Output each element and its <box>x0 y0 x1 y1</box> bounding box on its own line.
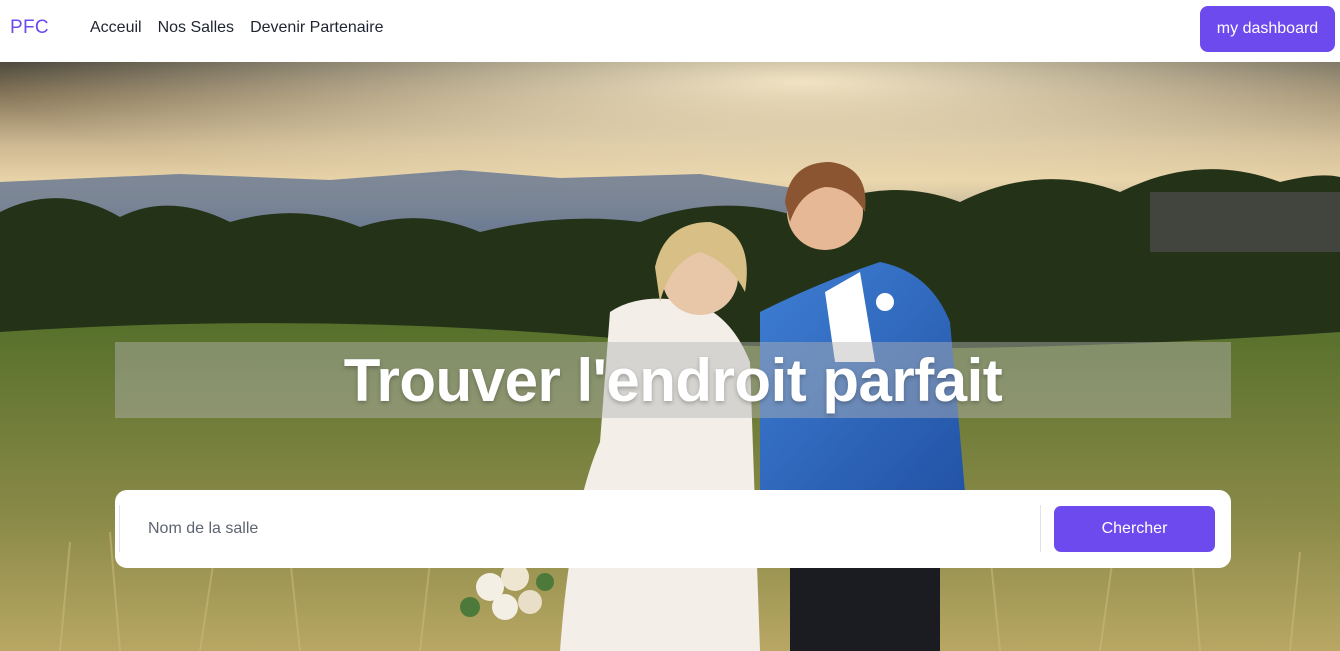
my-dashboard-button[interactable]: my dashboard <box>1200 6 1335 52</box>
hero-title-band: Trouver l'endroit parfait <box>115 342 1231 418</box>
nav-link-acceuil[interactable]: Acceuil <box>90 19 142 37</box>
venue-name-search-input[interactable] <box>119 505 1041 552</box>
nav-links: Acceuil Nos Salles Devenir Partenaire <box>90 19 383 37</box>
nav-link-devenir-partenaire[interactable]: Devenir Partenaire <box>250 19 383 37</box>
hero-section: Trouver l'endroit parfait Chercher <box>0 62 1340 651</box>
brand-logo[interactable]: PFC <box>10 17 49 39</box>
search-card: Chercher <box>115 490 1231 568</box>
search-button[interactable]: Chercher <box>1054 506 1215 552</box>
top-navbar: PFC Acceuil Nos Salles Devenir Partenair… <box>0 0 1340 60</box>
nav-link-nos-salles[interactable]: Nos Salles <box>158 19 234 37</box>
hero-title: Trouver l'endroit parfait <box>343 346 1003 414</box>
